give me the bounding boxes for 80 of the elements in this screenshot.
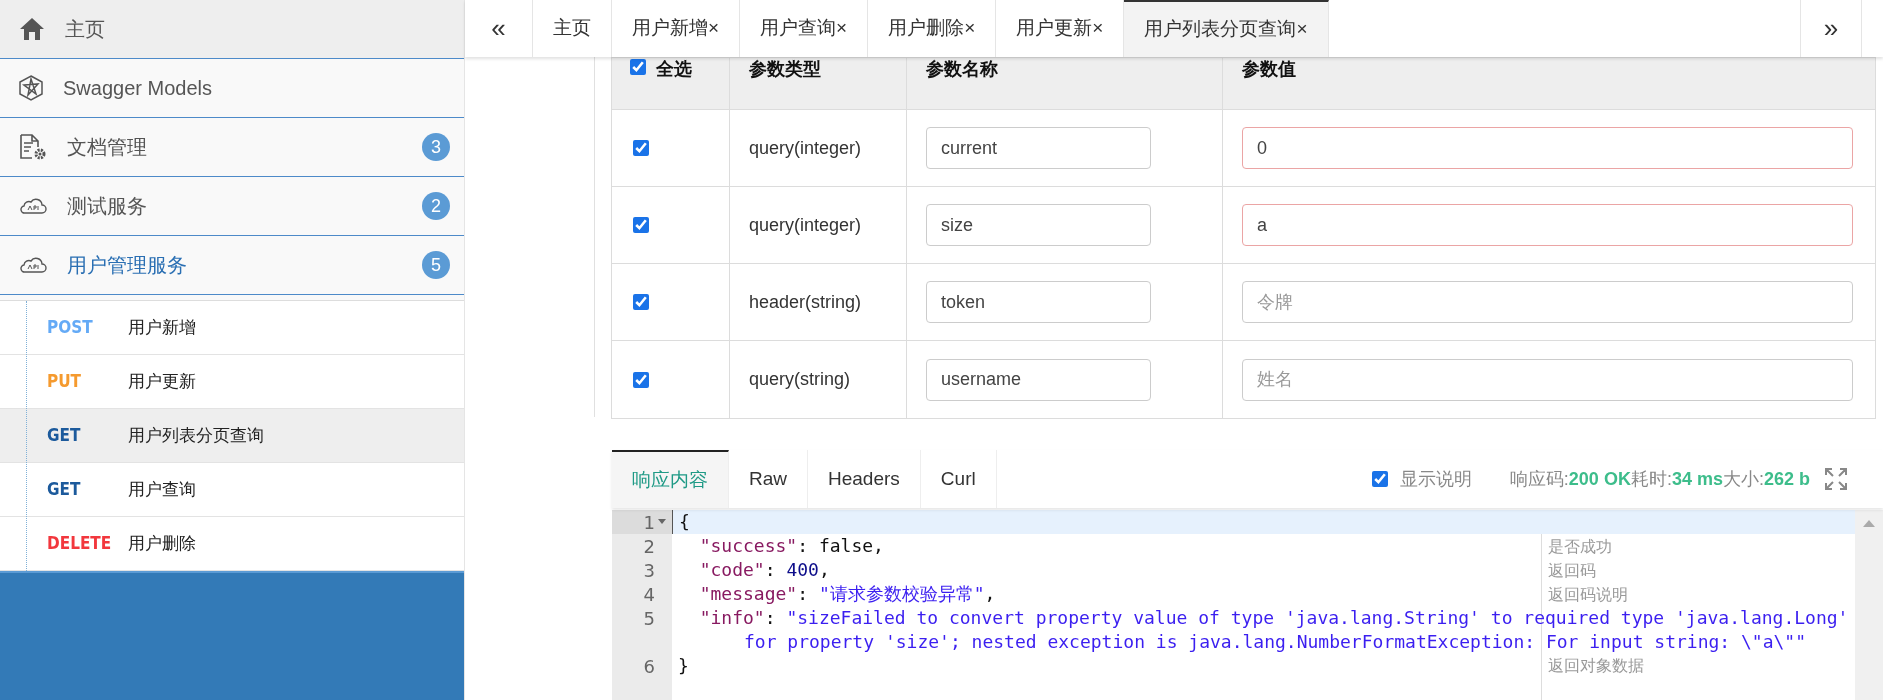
endpoint-label: 用户查询 xyxy=(128,478,196,501)
page-tab[interactable]: 用户查询× xyxy=(740,0,869,57)
param-type: query(integer) xyxy=(749,213,862,237)
column-header: 参数值 xyxy=(1242,59,1296,79)
status-label: 大小: xyxy=(1722,467,1764,491)
field-note: 返回对象数据 xyxy=(1548,656,1644,674)
http-method: DELETE xyxy=(47,531,113,555)
code-line: "info": "sizeFailed to convert property value of type 'java.lang.String' to required type 'java.lang.Long' xyxy=(698,607,1849,628)
hexagon-icon xyxy=(19,75,43,101)
scrollbar[interactable] xyxy=(1855,510,1883,700)
line-number: 4 xyxy=(643,582,655,607)
status-label: 响应码: xyxy=(1509,467,1569,491)
param-type: query(string) xyxy=(749,368,851,391)
line-number: 5 xyxy=(643,606,655,631)
scroll-up-icon xyxy=(1863,520,1875,527)
checkbox[interactable] xyxy=(633,294,649,310)
status-value: 200 OK xyxy=(1568,467,1631,491)
endpoint-label: 用户删除 xyxy=(128,532,196,555)
sidebar-item[interactable]: 主页 xyxy=(0,0,464,59)
cloud-icon xyxy=(19,256,47,274)
http-method: GET xyxy=(47,423,82,447)
response-tab[interactable]: Curl xyxy=(920,450,997,508)
checkbox-label: 显示说明 xyxy=(1399,467,1472,491)
http-method: POST xyxy=(47,315,94,339)
response-tab[interactable]: Raw xyxy=(729,450,808,508)
input-field[interactable]: current xyxy=(926,127,1151,169)
page-tab[interactable]: 用户删除× xyxy=(868,0,997,57)
checkbox[interactable] xyxy=(630,59,646,75)
line-number: 2 xyxy=(643,534,655,559)
field-note: 返回码说明 xyxy=(1548,586,1628,603)
code-line: } xyxy=(678,655,689,676)
param-type: query(integer) xyxy=(749,136,862,160)
status-label: 耗时: xyxy=(1630,467,1672,491)
count-badge: 5 xyxy=(422,251,450,279)
code-line: "message": "请求参数校验异常", xyxy=(698,583,996,604)
input-field[interactable]: size xyxy=(926,204,1151,246)
status-value: 34 ms xyxy=(1671,467,1723,491)
line-number: 3 xyxy=(643,558,655,583)
count-badge: 2 xyxy=(422,192,450,220)
endpoint-label: 用户更新 xyxy=(128,370,196,393)
fullscreen-icon xyxy=(1824,467,1848,491)
param-type: header(string) xyxy=(749,290,862,314)
input-field[interactable]: 令牌 xyxy=(1242,281,1853,323)
endpoint-label: 用户新增 xyxy=(128,316,196,339)
column-header: 全选 xyxy=(656,58,692,80)
code-line: "success": false, xyxy=(698,535,884,556)
cloud-icon xyxy=(19,197,47,215)
field-note: 是否成功 xyxy=(1548,538,1612,555)
code-line: "code": 400, xyxy=(698,559,830,580)
column-header: 参数类型 xyxy=(749,59,821,79)
checkbox[interactable] xyxy=(1371,471,1388,487)
code-line: { xyxy=(679,511,690,532)
endpoint-item[interactable]: GET 用户列表分页查询 xyxy=(0,409,464,463)
checkbox[interactable] xyxy=(633,140,649,156)
count-badge: 3 xyxy=(422,133,450,161)
field-note: 返回码 xyxy=(1548,562,1596,579)
page-tab[interactable]: 用户新增× xyxy=(612,0,741,57)
page-tab[interactable]: 用户更新× xyxy=(996,0,1125,57)
column-header: 参数名称 xyxy=(926,59,998,79)
response-tab[interactable]: Headers xyxy=(808,450,921,508)
page-tab[interactable]: 主页 xyxy=(533,0,612,57)
http-method: GET xyxy=(47,477,82,501)
line-number: 1 xyxy=(643,510,655,535)
http-method: PUT xyxy=(47,369,83,393)
line-number: 6 xyxy=(643,654,655,679)
checkbox[interactable] xyxy=(633,217,649,233)
input-field[interactable]: username xyxy=(926,358,1151,401)
home-icon xyxy=(19,17,45,41)
input-field[interactable]: token xyxy=(926,281,1151,323)
endpoint-label: 用户列表分页查询 xyxy=(128,424,264,447)
next-tabs-button[interactable]: » xyxy=(1800,0,1862,57)
document-gear-icon xyxy=(19,134,47,160)
page-tab[interactable]: 用户列表分页查询× xyxy=(1124,0,1329,57)
fold-caret-icon xyxy=(658,519,666,525)
input-field[interactable]: 姓名 xyxy=(1242,358,1853,401)
input-field[interactable]: 0 xyxy=(1242,127,1853,169)
code-line: for property 'size'; nested exception is java.lang.NumberFormatException: For input string: \"a\"" xyxy=(744,631,1807,652)
status-value: 262 b xyxy=(1763,467,1810,491)
checkbox[interactable] xyxy=(633,371,649,388)
input-field[interactable]: a xyxy=(1242,204,1853,246)
